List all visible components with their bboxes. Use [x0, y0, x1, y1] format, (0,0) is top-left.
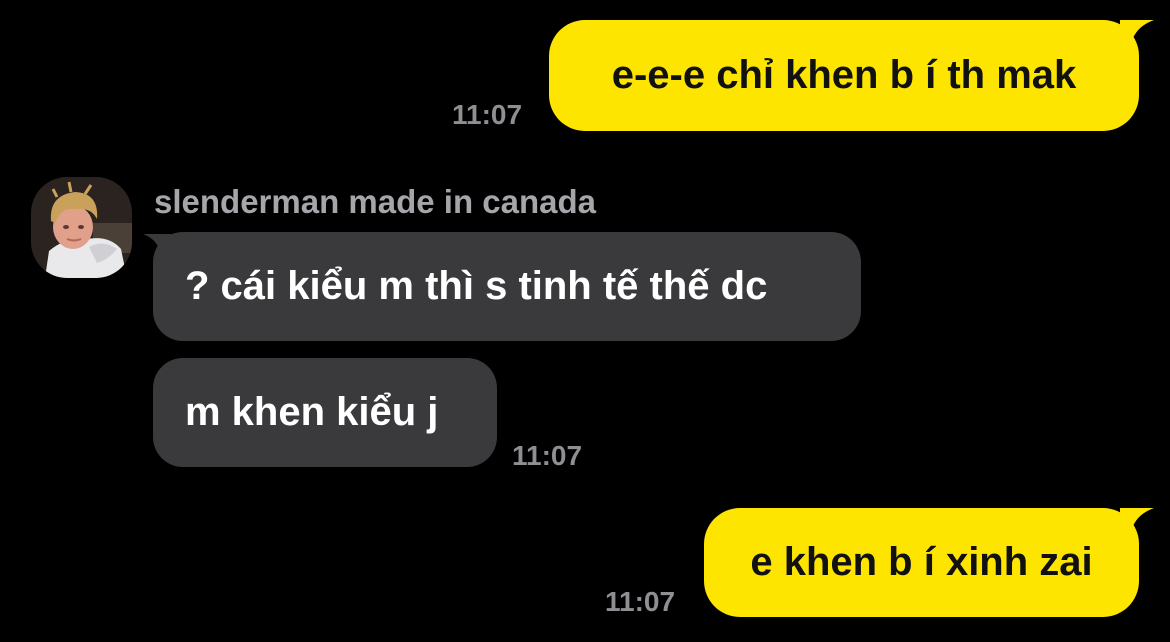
message-bubble-outgoing[interactable]: e khen b í xinh zai [704, 508, 1139, 617]
message-timestamp: 11:07 [452, 99, 523, 130]
profile-photo [31, 177, 132, 278]
avatar[interactable] [31, 177, 132, 278]
message-text: m khen kiểu j [185, 390, 439, 434]
message-bubble-incoming[interactable]: m khen kiểu j [153, 358, 497, 467]
message-bubble-outgoing[interactable]: e-e-e chỉ khen b í th mak [549, 20, 1139, 131]
sender-name: slenderman made in canada [154, 183, 597, 220]
message-bubble-incoming[interactable]: ? cái kiểu m thì s tinh tế thế dc [153, 232, 861, 341]
message-timestamp: 11:07 [605, 586, 676, 617]
message-text: e-e-e chỉ khen b í th mak [611, 53, 1077, 97]
message-text: e khen b í xinh zai [750, 540, 1093, 584]
message-text: ? cái kiểu m thì s tinh tế thế dc [185, 264, 768, 308]
message-timestamp: 11:07 [512, 440, 583, 471]
